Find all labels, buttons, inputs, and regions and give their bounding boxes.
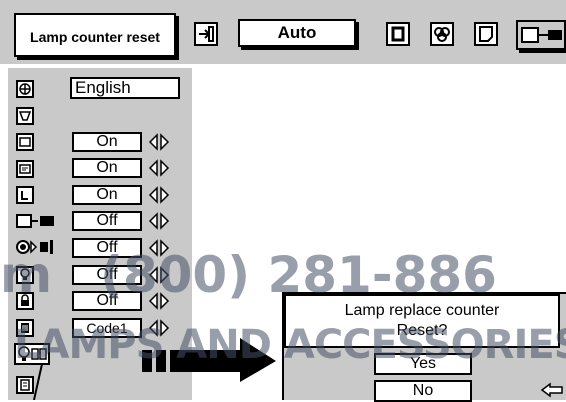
left-right-arrows-icon[interactable] [148, 133, 170, 151]
option-value[interactable]: Off [72, 211, 142, 231]
logo-icon[interactable] [16, 186, 34, 204]
left-right-arrows-icon[interactable] [148, 186, 170, 204]
dialog-line-1: Lamp replace counter [344, 302, 500, 319]
mode-value[interactable]: Auto [238, 19, 356, 47]
monitor-icon[interactable] [16, 133, 34, 151]
left-right-arrows-icon[interactable] [148, 212, 170, 230]
option-value[interactable]: On [72, 158, 142, 178]
screen-icon[interactable] [386, 22, 410, 46]
left-right-arrows-icon[interactable] [148, 159, 170, 177]
lamp-mode-icon[interactable] [16, 213, 56, 229]
back-icon[interactable] [540, 382, 564, 398]
keystone-icon[interactable] [16, 107, 34, 125]
watermark-brand: LAMPS AND ACCESSORIES [14, 322, 566, 368]
language-value[interactable]: English [70, 77, 180, 99]
page-title: Lamp counter reset [14, 13, 176, 57]
pointer-line [33, 364, 43, 400]
document-icon[interactable] [474, 22, 498, 46]
option-value[interactable]: On [72, 185, 142, 205]
language-icon[interactable] [16, 80, 34, 98]
display-icon[interactable] [16, 160, 34, 178]
enter-icon[interactable] [194, 22, 218, 46]
color-icon[interactable] [430, 22, 454, 46]
setting-icon[interactable] [516, 20, 566, 50]
option-value[interactable]: On [72, 132, 142, 152]
no-button[interactable]: No [374, 380, 472, 402]
watermark-phone: (800) 281-886 [100, 246, 497, 304]
watermark-prefix: m [0, 246, 53, 304]
